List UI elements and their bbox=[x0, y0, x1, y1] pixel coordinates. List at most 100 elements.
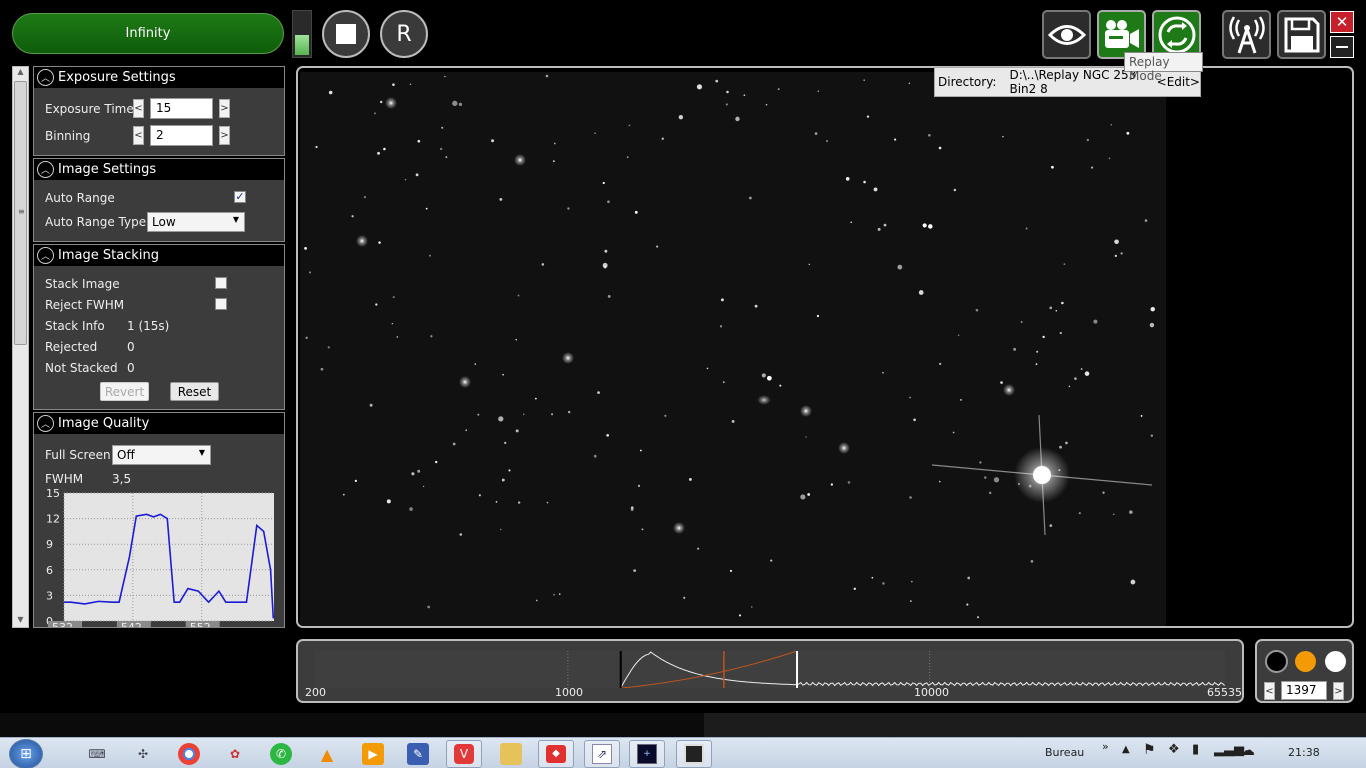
left-panel-scrollbar[interactable]: ▲ ≡ ▼ bbox=[12, 66, 29, 628]
broadcast-button[interactable] bbox=[1222, 10, 1271, 59]
replay-button[interactable]: R bbox=[380, 10, 428, 58]
star bbox=[845, 177, 850, 181]
exposure-time-decrease[interactable]: < bbox=[133, 99, 144, 118]
image-settings-header[interactable]: ︿ Image Settings bbox=[34, 159, 284, 180]
binning-label: Binning bbox=[45, 129, 91, 143]
windows-start-icon[interactable]: ⊞ bbox=[9, 739, 43, 768]
display-color-panel: < 1397 > bbox=[1255, 639, 1354, 703]
media-player-icon[interactable]: ▶ bbox=[362, 743, 384, 765]
whatsapp-icon[interactable]: ✆ bbox=[270, 743, 292, 765]
taskbar-app-red[interactable]: ◆ bbox=[538, 740, 574, 768]
star bbox=[602, 181, 605, 185]
star bbox=[966, 603, 969, 606]
fwhm-y-tick: 12 bbox=[46, 513, 60, 526]
orange-swatch[interactable] bbox=[1295, 651, 1316, 672]
bug-icon[interactable]: ✣ bbox=[132, 743, 154, 765]
star bbox=[458, 102, 463, 107]
star bbox=[726, 90, 729, 94]
white-swatch[interactable] bbox=[1325, 651, 1346, 672]
image-quality-header[interactable]: ︿ Image Quality bbox=[34, 413, 284, 434]
taskbar-astro-app[interactable]: + bbox=[629, 740, 665, 768]
taskbar-app-link[interactable]: ⇗ bbox=[584, 740, 620, 768]
exposure-time-increase[interactable]: > bbox=[219, 99, 230, 118]
star bbox=[417, 469, 421, 473]
taskbar-vivaldi[interactable]: V bbox=[446, 740, 482, 768]
reject-fwhm-checkbox[interactable] bbox=[215, 298, 227, 310]
auto-range-type-select[interactable]: Low ▼ bbox=[147, 212, 245, 232]
directory-edit-link[interactable]: <Edit> bbox=[1157, 75, 1200, 89]
notepad-icon[interactable]: ✎ bbox=[407, 743, 429, 765]
binning-decrease[interactable]: < bbox=[133, 126, 144, 145]
star bbox=[908, 82, 911, 85]
exposure-time-input[interactable]: 15 bbox=[150, 98, 213, 119]
desktop-toolbar-label[interactable]: Bureau bbox=[1045, 746, 1084, 759]
binning-increase[interactable]: > bbox=[219, 126, 230, 145]
histogram-tick-65535: 65535 bbox=[1207, 686, 1242, 699]
dropbox-icon[interactable]: ❖ bbox=[1168, 742, 1180, 757]
minimize-button[interactable] bbox=[1330, 36, 1354, 58]
stop-button[interactable] bbox=[322, 10, 370, 58]
star bbox=[766, 375, 772, 381]
star bbox=[508, 469, 511, 472]
infinity-button[interactable]: Infinity bbox=[12, 13, 284, 54]
star bbox=[873, 187, 878, 192]
star bbox=[953, 188, 957, 192]
chrome-icon[interactable] bbox=[178, 743, 200, 765]
keyboard-icon[interactable]: ⌨ bbox=[86, 743, 108, 765]
star bbox=[975, 308, 979, 312]
stack-image-checkbox[interactable] bbox=[215, 277, 227, 289]
auto-range-checkbox[interactable]: ✓ bbox=[234, 191, 246, 203]
display-value-decrease[interactable]: < bbox=[1264, 682, 1275, 700]
view-button[interactable] bbox=[1042, 10, 1091, 59]
star bbox=[553, 594, 555, 596]
vivaldi-icon: V bbox=[454, 744, 474, 764]
image-settings-section: ︿ Image Settings Auto Range ✓ Auto Range … bbox=[33, 158, 285, 242]
bright-star bbox=[838, 442, 850, 454]
full-screen-select[interactable]: Off ▼ bbox=[112, 445, 211, 465]
scroll-up-icon[interactable]: ▲ bbox=[13, 67, 28, 79]
star bbox=[817, 90, 820, 93]
auto-range-type-label: Auto Range Type bbox=[45, 215, 147, 229]
image-stacking-header[interactable]: ︿ Image Stacking bbox=[34, 245, 284, 266]
power-icon[interactable]: ▮ bbox=[1192, 742, 1199, 757]
toolbar-overflow-icon[interactable]: » bbox=[1102, 740, 1109, 753]
star bbox=[993, 477, 1000, 483]
star bbox=[1140, 415, 1143, 417]
taskbar-clock[interactable]: 21:38 bbox=[1288, 746, 1320, 759]
star bbox=[696, 84, 703, 90]
taskbar-active-app[interactable] bbox=[676, 740, 712, 768]
star bbox=[567, 207, 570, 210]
star bbox=[863, 180, 866, 184]
eye-icon bbox=[1047, 24, 1086, 45]
flag-icon[interactable]: ⚑ bbox=[1143, 742, 1156, 758]
save-button[interactable] bbox=[1277, 10, 1326, 59]
scroll-down-icon[interactable]: ▼ bbox=[13, 615, 28, 627]
reset-button[interactable]: Reset bbox=[170, 382, 219, 401]
display-value-input[interactable]: 1397 bbox=[1281, 681, 1327, 700]
display-value-increase[interactable]: > bbox=[1333, 682, 1344, 700]
star bbox=[474, 363, 477, 365]
desktop-background bbox=[0, 713, 1366, 737]
revert-button[interactable]: Revert bbox=[100, 382, 149, 401]
star bbox=[656, 245, 659, 248]
stop-icon bbox=[336, 24, 356, 44]
network-tool-icon[interactable]: ✿ bbox=[224, 743, 246, 765]
star bbox=[304, 247, 307, 250]
scrollbar-thumb[interactable]: ≡ bbox=[14, 81, 27, 345]
close-button[interactable]: ✕ bbox=[1330, 11, 1354, 33]
star bbox=[735, 116, 740, 122]
histogram-chart[interactable] bbox=[315, 651, 1225, 688]
star bbox=[661, 137, 664, 140]
folder-icon[interactable] bbox=[500, 743, 522, 765]
star bbox=[392, 83, 395, 87]
full-screen-value: Off bbox=[117, 448, 135, 462]
cloud-icon[interactable]: ☁ bbox=[1240, 741, 1255, 759]
black-swatch[interactable] bbox=[1265, 650, 1288, 673]
star bbox=[1080, 368, 1083, 370]
binning-input[interactable]: 2 bbox=[150, 125, 213, 146]
exposure-settings-header[interactable]: ︿ Exposure Settings bbox=[34, 67, 284, 88]
show-hidden-icons-icon[interactable]: ▲ bbox=[1122, 744, 1130, 755]
vlc-icon[interactable]: ▲ bbox=[316, 743, 338, 765]
star bbox=[897, 264, 903, 270]
replay-button-label: R bbox=[396, 21, 412, 47]
